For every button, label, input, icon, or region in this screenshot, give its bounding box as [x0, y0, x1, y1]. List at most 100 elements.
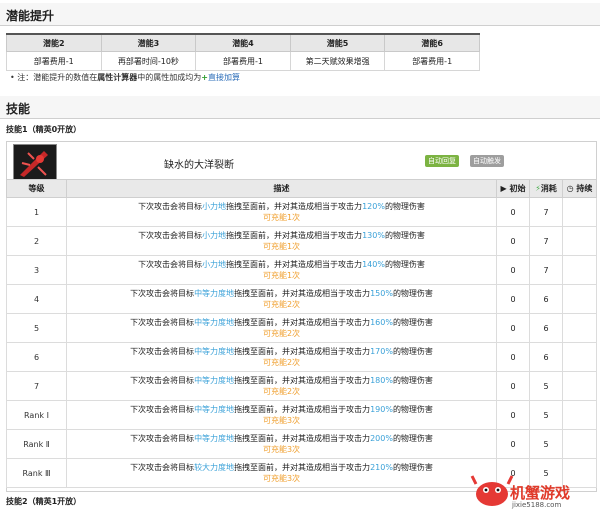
row-duration: [562, 342, 597, 372]
table-row: Rank Ⅰ 下次攻击会将目标中等力度地拖拽至面前，并对其造成相当于攻击力190%…: [6, 400, 597, 430]
row-init: 0: [496, 371, 530, 401]
header-desc: 描述: [66, 179, 497, 198]
row-level: Rank Ⅱ: [6, 429, 67, 459]
row-cost: 6: [529, 342, 563, 372]
potential-header: 潜能4: [195, 33, 291, 52]
row-charge: 可充能2次: [262, 358, 301, 367]
table-row: Rank Ⅱ 下次攻击会将目标中等力度地拖拽至面前，并对其造成相当于攻击力200%…: [6, 429, 597, 459]
header-init: ▶ 初始: [496, 179, 530, 198]
row-init: 0: [496, 313, 530, 343]
potential-header: 潜能5: [289, 33, 386, 52]
row-description: 下次攻击会将目标中等力度地拖拽至面前，并对其造成相当于攻击力180%的物理伤害可…: [66, 371, 497, 401]
tag-auto-trigger: 自动触发: [470, 155, 504, 167]
table-row: 6 下次攻击会将目标中等力度地拖拽至面前，并对其造成相当于攻击力170%的物理伤害…: [6, 342, 597, 372]
row-duration: [562, 255, 597, 285]
potential-value: 部署费用-1: [6, 51, 102, 71]
row-description: 下次攻击会将目标中等力度地拖拽至面前，并对其造成相当于攻击力190%的物理伤害可…: [66, 400, 497, 430]
row-duration: [562, 371, 597, 401]
row-level: 6: [6, 342, 67, 372]
row-description: 下次攻击会将目标小力地拖拽至面前，并对其造成相当于攻击力140%的物理伤害 可充能…: [66, 255, 497, 285]
skill1-label: 技能1（精英0开放）: [6, 125, 82, 134]
potential-value: 再部署时间-10秒: [100, 51, 197, 71]
row-cost: 6: [529, 284, 563, 314]
potential-note: • 注：潜能提升的数值在属性计算器中的属性加成均为+直接加算: [10, 72, 240, 83]
play-icon: ▶: [500, 184, 507, 193]
header-cost: ⚡消耗: [529, 179, 563, 198]
watermark-name: 机蟹游戏: [510, 484, 571, 502]
row-charge: 可充能2次: [262, 300, 301, 309]
row-init: 0: [496, 197, 530, 227]
divider: [0, 118, 600, 119]
row-charge: 可充能1次: [262, 213, 301, 222]
row-charge: 可充能1次: [262, 242, 301, 251]
row-cost: 7: [529, 255, 563, 285]
table-row: 5 下次攻击会将目标中等力度地拖拽至面前，并对其造成相当于攻击力160%的物理伤害…: [6, 313, 597, 343]
row-description: 下次攻击会将目标中等力度地拖拽至面前，并对其造成相当于攻击力150%的物理伤害可…: [66, 284, 497, 314]
potential-value: 部署费用-1: [384, 51, 480, 71]
skill-table: 等级 描述 ▶ 初始 ⚡消耗 ◷ 持续 1 下次攻击会将目标小力地拖拽至面前，并对…: [6, 179, 597, 488]
row-level: 3: [6, 255, 67, 285]
row-description: 下次攻击会将目标小力地拖拽至面前，并对其造成相当于攻击力120%的物理伤害 可充能…: [66, 197, 497, 227]
row-level: Rank Ⅰ: [6, 400, 67, 430]
note-link[interactable]: 直接加算: [208, 73, 240, 82]
header-level: 等级: [6, 179, 67, 198]
potential-title: 潜能提升: [6, 9, 55, 23]
header-duration: ◷ 持续: [562, 179, 597, 198]
row-init: 0: [496, 429, 530, 459]
row-level: 4: [6, 284, 67, 314]
row-duration: [562, 226, 597, 256]
potential-value: 第二天赋效果增强: [289, 51, 386, 71]
note-mid: 中的属性加成均为: [137, 73, 202, 82]
row-description: 下次攻击会将目标中等力度地拖拽至面前，并对其造成相当于攻击力200%的物理伤害可…: [66, 429, 497, 459]
potential-table: 潜能2 潜能3 潜能4 潜能5 潜能6 部署费用-1 再部署时间-10秒 部署费…: [6, 33, 480, 71]
row-cost: 5: [529, 429, 563, 459]
skills-title: 技能: [6, 102, 31, 116]
table-row: 2 下次攻击会将目标小力地拖拽至面前，并对其造成相当于攻击力130%的物理伤害 可充…: [6, 226, 597, 256]
potential-header: 潜能6: [384, 33, 480, 52]
row-charge: 可充能1次: [262, 271, 301, 280]
row-duration: [562, 197, 597, 227]
skill-name: 缺水的大洋裂断: [164, 160, 234, 171]
row-description: 下次攻击会将目标较大力度地拖拽至面前，并对其造成相当于攻击力210%的物理伤害可…: [66, 458, 497, 488]
row-level: Rank Ⅲ: [6, 458, 67, 488]
watermark-url: jixie5188.com: [512, 501, 562, 509]
row-charge: 可充能3次: [262, 416, 301, 425]
row-level: 2: [6, 226, 67, 256]
potential-header: 潜能3: [100, 33, 197, 52]
skills-section-header: 技能: [0, 96, 600, 118]
table-row: 7 下次攻击会将目标中等力度地拖拽至面前，并对其造成相当于攻击力180%的物理伤害…: [6, 371, 597, 401]
row-init: 0: [496, 400, 530, 430]
row-level: 5: [6, 313, 67, 343]
potential-header: 潜能2: [6, 33, 102, 52]
clock-icon: ◷: [566, 184, 574, 193]
row-charge: 可充能3次: [262, 445, 301, 454]
row-init: 0: [496, 284, 530, 314]
row-cost: 7: [529, 226, 563, 256]
row-level: 1: [6, 197, 67, 227]
skill2-label: 技能2（精英1开放）: [6, 497, 82, 506]
note-calculator: 属性计算器: [97, 73, 138, 82]
table-row: 3 下次攻击会将目标小力地拖拽至面前，并对其造成相当于攻击力140%的物理伤害 可充…: [6, 255, 597, 285]
plus-icon: +: [201, 73, 208, 82]
row-duration: [562, 284, 597, 314]
row-duration: [562, 313, 597, 343]
note-prefix: 注：潜能提升的数值在: [17, 73, 98, 82]
potential-section-header: 潜能提升: [0, 3, 600, 25]
row-duration: [562, 429, 597, 459]
row-duration: [562, 400, 597, 430]
row-charge: 可充能2次: [262, 329, 301, 338]
row-init: 0: [496, 226, 530, 256]
table-row: 4 下次攻击会将目标中等力度地拖拽至面前，并对其造成相当于攻击力150%的物理伤害…: [6, 284, 597, 314]
row-init: 0: [496, 342, 530, 372]
tag-auto-recover: 自动回复: [425, 155, 459, 167]
row-cost: 6: [529, 313, 563, 343]
row-description: 下次攻击会将目标中等力度地拖拽至面前，并对其造成相当于攻击力170%的物理伤害可…: [66, 342, 497, 372]
row-description: 下次攻击会将目标小力地拖拽至面前，并对其造成相当于攻击力130%的物理伤害 可充能…: [66, 226, 497, 256]
skill-icon: [13, 144, 57, 180]
row-cost: 7: [529, 197, 563, 227]
row-level: 7: [6, 371, 67, 401]
row-cost: 5: [529, 400, 563, 430]
row-charge: 可充能2次: [262, 387, 301, 396]
row-charge: 可充能3次: [262, 474, 301, 483]
potential-value: 部署费用-1: [195, 51, 291, 71]
